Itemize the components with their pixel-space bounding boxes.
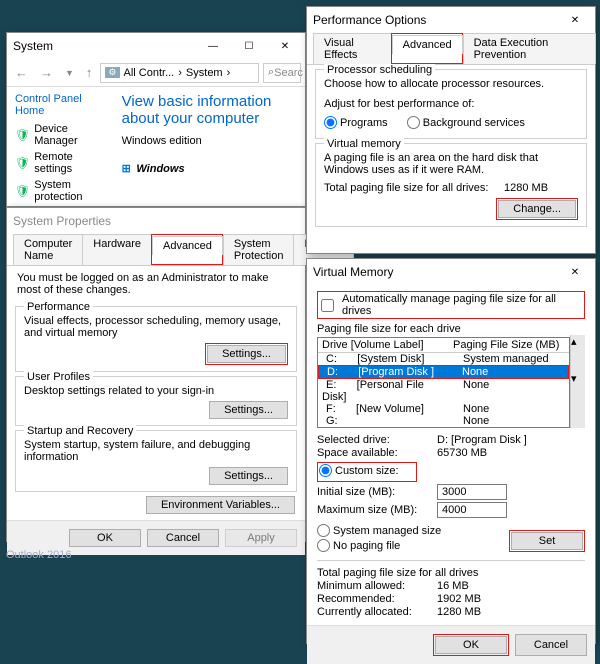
tab-dep[interactable]: Data Execution Prevention bbox=[463, 33, 596, 64]
drive-listbox[interactable]: Drive [Volume Label]Paging File Size (MB… bbox=[317, 337, 570, 428]
search-input[interactable]: ⌕ Searc bbox=[263, 63, 301, 83]
performance-group: Performance Visual effects, processor sc… bbox=[15, 306, 297, 372]
startup-group: Startup and Recovery System startup, sys… bbox=[15, 430, 297, 492]
system-protection-link[interactable]: 🛡System protection bbox=[15, 179, 104, 203]
window-controls: — ☐ ✕ bbox=[199, 37, 299, 55]
maximize-icon[interactable]: ☐ bbox=[235, 37, 263, 55]
vm-body: Automatically manage paging file size fo… bbox=[307, 285, 595, 625]
tab-visual-effects[interactable]: Visual Effects bbox=[313, 33, 392, 64]
breadcrumb[interactable]: ⚙ All Contr... › System › bbox=[100, 63, 259, 83]
tab-advanced[interactable]: Advanced bbox=[152, 236, 223, 255]
dialog-buttons: OK Cancel bbox=[307, 625, 595, 664]
windows-logo: ⊞ Windows bbox=[122, 155, 295, 178]
forward-icon[interactable]: → bbox=[36, 65, 57, 80]
drive-list-wrap: Drive [Volume Label]Paging File Size (MB… bbox=[317, 335, 585, 428]
up-icon[interactable]: ↑ bbox=[82, 65, 97, 80]
minimize-icon[interactable]: — bbox=[199, 37, 227, 55]
system-managed-radio[interactable]: System managed size bbox=[317, 524, 493, 537]
tab-system-protection[interactable]: System Protection bbox=[223, 234, 295, 265]
list-item: E: [Personal File Disk]None bbox=[318, 379, 569, 403]
crumb-all[interactable]: All Contr... bbox=[124, 67, 175, 79]
list-item: G: None bbox=[318, 415, 569, 427]
list-item: C: [System Disk]System managed bbox=[318, 353, 569, 365]
list-item-selected: D: [Program Disk ]None bbox=[319, 366, 568, 378]
no-paging-radio[interactable]: No paging file bbox=[317, 539, 493, 552]
change-button[interactable]: Change... bbox=[498, 200, 576, 218]
startup-text: System startup, system failure, and debu… bbox=[24, 439, 288, 463]
system-properties-window: System Properties Computer Name Hardware… bbox=[6, 207, 306, 542]
shield-icon: 🛡 bbox=[15, 156, 30, 170]
window-title: Performance Options bbox=[313, 13, 426, 27]
windows-edition-label: Windows edition bbox=[122, 135, 295, 147]
background-radio[interactable]: Background services bbox=[407, 116, 525, 129]
titlebar: System — ☐ ✕ bbox=[7, 33, 305, 59]
nav-bar: ← → ▼ ↑ ⚙ All Contr... › System › ⌕ Sear… bbox=[7, 59, 305, 87]
ok-button[interactable]: OK bbox=[435, 636, 507, 654]
auto-manage-checkbox[interactable]: Automatically manage paging file size fo… bbox=[319, 293, 583, 317]
tab-row: Computer Name Hardware Advanced System P… bbox=[7, 234, 305, 266]
close-icon[interactable]: ✕ bbox=[271, 37, 299, 55]
remote-settings-link[interactable]: 🛡Remote settings bbox=[15, 151, 104, 175]
tab-row: Visual Effects Advanced Data Execution P… bbox=[307, 33, 595, 65]
ok-button[interactable]: OK bbox=[69, 529, 141, 547]
crumb-system[interactable]: System bbox=[186, 67, 223, 79]
radio-row: Programs Background services bbox=[324, 116, 578, 132]
user-profiles-group: User Profiles Desktop settings related t… bbox=[15, 376, 297, 426]
titlebar: System Properties bbox=[7, 208, 305, 234]
set-button[interactable]: Set bbox=[511, 532, 583, 550]
chevron-right-icon: › bbox=[178, 67, 182, 79]
list-item: F: [New Volume]None bbox=[318, 403, 569, 415]
shield-icon: 🛡 bbox=[15, 184, 30, 198]
env-vars-button[interactable]: Environment Variables... bbox=[146, 496, 295, 514]
device-manager-link[interactable]: 🛡Device Manager bbox=[15, 123, 104, 147]
window-title: System Properties bbox=[13, 214, 111, 228]
admin-note: You must be logged on as an Administrato… bbox=[7, 266, 305, 302]
profiles-settings-button[interactable]: Settings... bbox=[209, 401, 288, 419]
outlook-label: Outlook 2016 bbox=[6, 549, 71, 561]
window-title: Virtual Memory bbox=[313, 265, 393, 279]
custom-size-radio[interactable]: Custom size: bbox=[319, 464, 399, 477]
close-icon[interactable]: ✕ bbox=[561, 11, 589, 29]
max-size-input[interactable] bbox=[437, 502, 507, 518]
scheduling-group: Processor scheduling Choose how to alloc… bbox=[315, 69, 587, 139]
scrollbar[interactable]: ▴▾ bbox=[570, 335, 585, 428]
system-window: System — ☐ ✕ ← → ▼ ↑ ⚙ All Contr... › Sy… bbox=[6, 32, 306, 207]
tab-hardware[interactable]: Hardware bbox=[82, 234, 152, 265]
perf-settings-button[interactable]: Settings... bbox=[207, 345, 286, 363]
apply-button[interactable]: Apply bbox=[225, 529, 297, 547]
control-panel-icon: ⚙ bbox=[105, 67, 119, 78]
back-icon[interactable]: ← bbox=[11, 65, 32, 80]
totals-group: Total paging file size for all drives Mi… bbox=[317, 560, 585, 618]
initial-size-input[interactable] bbox=[437, 484, 507, 500]
tab-computer-name[interactable]: Computer Name bbox=[13, 234, 83, 265]
window-title: System bbox=[13, 39, 53, 53]
control-panel-home-link[interactable]: Control Panel Home bbox=[15, 93, 104, 117]
titlebar: Performance Options ✕ bbox=[307, 7, 595, 33]
history-chevron-icon[interactable]: ▼ bbox=[61, 68, 78, 78]
vm-group: Virtual memory A paging file is an area … bbox=[315, 143, 587, 227]
cancel-button[interactable]: Cancel bbox=[515, 634, 587, 656]
chevron-right-icon: › bbox=[227, 67, 231, 79]
tab-advanced[interactable]: Advanced bbox=[392, 35, 463, 54]
profiles-text: Desktop settings related to your sign-in bbox=[24, 385, 288, 397]
perf-text: Visual effects, processor scheduling, me… bbox=[24, 315, 288, 339]
virtual-memory-window: Virtual Memory ✕ Automatically manage pa… bbox=[306, 258, 596, 644]
view-heading: View basic information about your comput… bbox=[122, 93, 295, 127]
startup-settings-button[interactable]: Settings... bbox=[209, 467, 288, 485]
cancel-button[interactable]: Cancel bbox=[147, 529, 219, 547]
tab-advanced-highlight: Advanced bbox=[151, 234, 223, 265]
close-icon[interactable]: ✕ bbox=[561, 263, 589, 281]
titlebar: Virtual Memory ✕ bbox=[307, 259, 595, 285]
programs-radio[interactable]: Programs bbox=[324, 116, 388, 129]
performance-options-window: Performance Options ✕ Visual Effects Adv… bbox=[306, 6, 596, 254]
shield-icon: 🛡 bbox=[15, 128, 30, 142]
